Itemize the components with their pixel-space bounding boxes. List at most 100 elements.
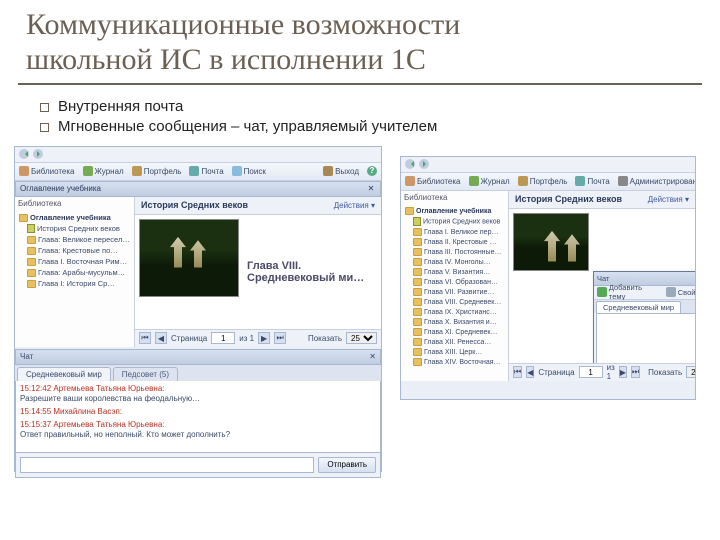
chat-panel-header: Чат ✕: [15, 349, 381, 365]
popup-tab[interactable]: Средневековый мир: [596, 301, 681, 313]
chat-tab-active[interactable]: Средневековый мир: [17, 367, 111, 381]
actions-dropdown[interactable]: Действия ▾: [648, 195, 689, 204]
tree-root[interactable]: Оглавление учебника: [17, 212, 132, 223]
search-icon: [232, 166, 242, 176]
library-icon: [19, 166, 29, 176]
back-button[interactable]: [405, 159, 415, 169]
nav-library[interactable]: Библиотека: [19, 166, 75, 176]
popup-toolbar: Добавить тему Свойства Удалить тему: [594, 286, 695, 300]
props-button[interactable]: Свойства: [666, 287, 695, 297]
chat-tab-inactive[interactable]: Педсовет (5): [113, 367, 178, 381]
pager-last[interactable]: ⏭: [631, 366, 640, 378]
folder-icon: [413, 298, 422, 306]
portfolio-icon: [132, 166, 142, 176]
pager-prev[interactable]: ◀: [526, 366, 534, 378]
pager-first[interactable]: ⏮: [513, 366, 522, 378]
tree-item[interactable]: Глава IX. Христианс…: [403, 307, 506, 317]
chat-send-button[interactable]: Отправить: [318, 457, 376, 473]
nav-label: Почта: [201, 167, 223, 176]
top-nav: Библиотека Журнал Портфель Почта Поиск В…: [15, 163, 381, 181]
pager-last[interactable]: ⏭: [274, 332, 286, 344]
tree-item[interactable]: Глава VIII. Средневек…: [403, 297, 506, 307]
pager-next[interactable]: ▶: [258, 332, 270, 344]
pager-show-select[interactable]: 25: [346, 332, 377, 344]
tree-item[interactable]: Глава: Арабы-мусульм…: [17, 267, 132, 278]
chapter-title[interactable]: Глава VIII. Средневековый ми…: [243, 215, 381, 329]
nav-label: Администрирование: [630, 177, 695, 186]
popup-title: Чат: [597, 274, 609, 283]
folder-icon: [413, 248, 422, 256]
chat-close-icon[interactable]: ✕: [369, 352, 376, 361]
pager-next[interactable]: ▶: [619, 366, 627, 378]
tree-item[interactable]: Глава II. Крестовые …: [403, 237, 506, 247]
sidebar: Библиотека Оглавление учебника История С…: [401, 191, 509, 381]
add-topic-button[interactable]: Добавить тему: [597, 283, 660, 301]
tree-item[interactable]: Глава XIII. Церк…: [403, 347, 506, 357]
forward-button[interactable]: [33, 149, 43, 159]
nav-mail[interactable]: Почта: [575, 176, 609, 186]
tree-item[interactable]: Глава: Великое пересел…: [17, 234, 132, 245]
chat-tabs: Средневековый мир Педсовет (5): [15, 365, 381, 381]
tree-item[interactable]: Глава XI. Средневек…: [403, 327, 506, 337]
pager-page-input[interactable]: [579, 366, 603, 378]
tree-item[interactable]: Глава V. Византия…: [403, 267, 506, 277]
folder-icon: [413, 278, 422, 286]
actions-dropdown[interactable]: Действия ▾: [334, 201, 375, 210]
main-pane: История Средних веков Действия ▾ Глава V…: [509, 191, 695, 381]
tree-item[interactable]: Глава VII. Развитие…: [403, 287, 506, 297]
journal-icon: [469, 176, 479, 186]
nav-journal[interactable]: Журнал: [469, 176, 510, 186]
tree-item[interactable]: Глава IV. Монголы…: [403, 257, 506, 267]
nav-admin[interactable]: Администрирование: [618, 176, 695, 186]
tree-item[interactable]: Глава XII. Ренесса…: [403, 337, 506, 347]
pager-prev[interactable]: ◀: [155, 332, 167, 344]
tree-item[interactable]: Глава VI. Образован…: [403, 277, 506, 287]
pager-page-label: Страница: [538, 368, 574, 377]
folder-icon: [413, 268, 422, 276]
nav-search[interactable]: Поиск: [232, 166, 266, 176]
journal-icon: [83, 166, 93, 176]
nav-journal[interactable]: Журнал: [83, 166, 124, 176]
nav-portfolio[interactable]: Портфель: [518, 176, 568, 186]
chapter-thumbnail[interactable]: [139, 219, 239, 297]
tree-item[interactable]: Глава I. Восточная Рим…: [17, 256, 132, 267]
browser-nav: [15, 147, 381, 163]
slide-title: Коммуникационные возможности школьной ИС…: [0, 0, 720, 81]
help-icon[interactable]: ?: [367, 166, 377, 176]
tree-item[interactable]: Глава XIV. Восточная…: [403, 357, 506, 367]
pager-show-select[interactable]: 25: [686, 366, 695, 378]
nav-label: Журнал: [481, 177, 510, 186]
tree-item[interactable]: Глава III. Постоянные…: [403, 247, 506, 257]
nav-exit[interactable]: Выход: [323, 166, 359, 176]
tree: Оглавление учебника История Средних веко…: [401, 204, 508, 369]
chat-input[interactable]: [20, 457, 314, 473]
panel-close-icon[interactable]: ✕: [366, 184, 376, 194]
portfolio-icon: [518, 176, 528, 186]
pager-first[interactable]: ⏮: [139, 332, 151, 344]
tree-item[interactable]: Глава X. Византия и…: [403, 317, 506, 327]
chapter-thumbnail[interactable]: [513, 213, 589, 271]
nav-label: Выход: [335, 167, 359, 176]
tree-item[interactable]: Глава I. Великое пер…: [403, 227, 506, 237]
forward-button[interactable]: [419, 159, 429, 169]
folder-icon: [27, 258, 36, 266]
mail-icon: [189, 166, 199, 176]
nav-portfolio[interactable]: Портфель: [132, 166, 182, 176]
chat-log: 15:12:42 Артемьева Татьяна Юрьевна:Разре…: [15, 381, 381, 453]
tree-book[interactable]: История Средних веков: [17, 223, 132, 235]
folder-icon: [27, 269, 36, 277]
pager-page-input[interactable]: [211, 332, 235, 344]
nav-library[interactable]: Библиотека: [405, 176, 461, 186]
tree-book[interactable]: История Средних веков: [403, 216, 506, 227]
main-title: История Средних веков: [515, 194, 622, 204]
app-window-left: Библиотека Журнал Портфель Почта Поиск В…: [14, 146, 382, 472]
tree-item[interactable]: Глава I: История Ср…: [17, 278, 132, 289]
tree-root[interactable]: Оглавление учебника: [403, 206, 506, 216]
tree-item[interactable]: Глава: Крестовые по…: [17, 245, 132, 256]
nav-mail[interactable]: Почта: [189, 166, 223, 176]
content-panel-header: Оглавление учебника ✕: [15, 181, 381, 197]
main-pane: История Средних веков Действия ▾ Глава V…: [135, 197, 381, 347]
back-button[interactable]: [19, 149, 29, 159]
sidebar-header: Библиотека: [401, 191, 508, 204]
pager: ⏮ ◀ Страница из 1 ▶ ⏭ Показать 25: [509, 363, 695, 381]
